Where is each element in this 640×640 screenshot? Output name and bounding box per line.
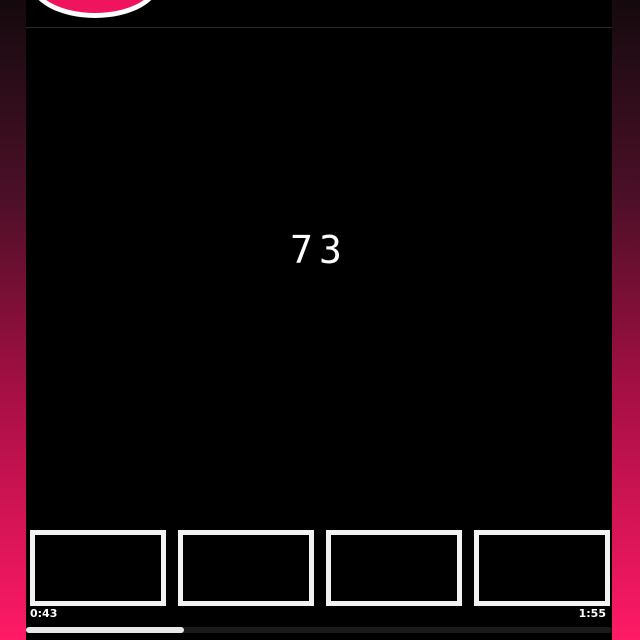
player-screen: 73 0:43 1:55 bbox=[26, 0, 612, 640]
total-time: 1:55 bbox=[578, 607, 606, 620]
filmstrip-frame[interactable] bbox=[30, 530, 166, 606]
progress-bar[interactable] bbox=[26, 627, 612, 633]
filmstrip bbox=[30, 530, 610, 608]
filmstrip-frame[interactable] bbox=[178, 530, 314, 606]
top-bar bbox=[26, 0, 612, 28]
right-backdrop-gradient bbox=[612, 0, 640, 640]
record-icon[interactable] bbox=[30, 0, 160, 18]
filmstrip-frame[interactable] bbox=[474, 530, 610, 606]
elapsed-time: 0:43 bbox=[30, 607, 58, 620]
progress-fill bbox=[26, 627, 185, 633]
left-backdrop-gradient bbox=[0, 0, 26, 640]
filmstrip-frame[interactable] bbox=[326, 530, 462, 606]
frame-counter: 73 bbox=[290, 228, 348, 272]
